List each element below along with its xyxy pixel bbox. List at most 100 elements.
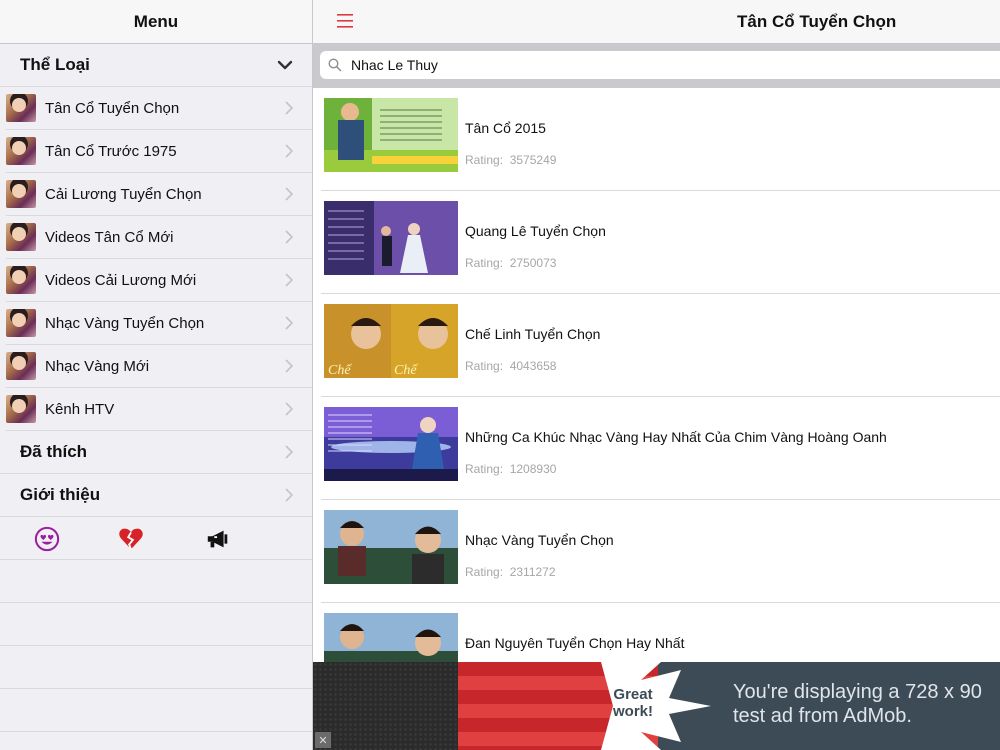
category-thumbnail	[6, 309, 36, 337]
empty-row	[0, 560, 312, 603]
category-item[interactable]: Cải Lương Tuyển Chọn	[6, 173, 312, 216]
section-favorites[interactable]: Đã thích	[0, 431, 312, 474]
empty-row	[0, 689, 312, 732]
category-label: Tân Cổ Tuyển Chọn	[45, 99, 180, 117]
category-list: Tân Cổ Tuyển Chọn Tân Cổ Trước 1975 Cải …	[0, 87, 312, 431]
song-list: Tân Cổ 2015 Rating: 3575249 Quang Lê Tuy…	[313, 88, 1000, 706]
item-title: Quang Lê Tuyển Chọn	[465, 223, 606, 239]
category-item[interactable]: Videos Cải Lương Mới	[6, 259, 312, 302]
category-label: Cải Lương Tuyển Chọn	[45, 185, 202, 203]
ad-badge-line2: work!	[613, 703, 654, 720]
chevron-down-icon	[277, 60, 293, 70]
search-box[interactable]	[320, 51, 1000, 79]
ad-badge-line1: Great	[613, 686, 653, 703]
section-about[interactable]: Giới thiệu	[0, 474, 312, 517]
category-label: Videos Tân Cổ Mới	[45, 228, 174, 246]
chevron-right-icon	[285, 402, 294, 416]
ad-banner[interactable]: ✕ Great work! You're displaying a 728 x …	[313, 662, 1000, 750]
album-thumbnail	[324, 98, 458, 172]
favorites-label: Đã thích	[20, 442, 88, 461]
list-item[interactable]: Chế Chế Chế Linh Tuyển Chọn Rating: 4043…	[321, 294, 1000, 397]
search-bar	[313, 44, 1000, 88]
rating-value: 4043658	[509, 359, 557, 373]
empty-row	[0, 646, 312, 689]
hamburger-menu-icon[interactable]	[335, 12, 355, 30]
category-label: Kênh HTV	[45, 400, 115, 418]
side-menu: Menu Thể Loại Tân Cổ Tuyển Chọn Tân Cổ T…	[0, 0, 313, 750]
category-label: Nhạc Vàng Mới	[45, 357, 150, 375]
chevron-right-icon	[285, 445, 294, 459]
item-rating: Rating: 3575249	[465, 153, 556, 167]
category-thumbnail	[6, 395, 36, 423]
megaphone-icon[interactable]	[204, 526, 232, 552]
list-item[interactable]: Quang Lê Tuyển Chọn Rating: 2750073	[321, 191, 1000, 294]
svg-text:Chế: Chế	[394, 363, 418, 378]
list-item[interactable]: Nhạc Vàng Tuyển Chọn Rating: 2311272	[321, 500, 1000, 603]
search-icon	[328, 58, 342, 72]
item-title: Chế Linh Tuyển Chọn	[465, 326, 601, 342]
empty-row	[0, 603, 312, 646]
chevron-right-icon	[285, 230, 294, 244]
category-item[interactable]: Tân Cổ Trước 1975	[6, 130, 312, 173]
rating-label: Rating:	[465, 256, 504, 270]
album-thumbnail: Chế Chế	[324, 304, 458, 378]
chevron-right-icon	[285, 187, 294, 201]
category-thumbnail	[6, 137, 36, 165]
chevron-right-icon	[285, 273, 294, 287]
category-thumbnail	[6, 223, 36, 251]
rating-value: 3575249	[509, 153, 557, 167]
menu-title: Menu	[133, 11, 179, 31]
list-item[interactable]: Những Ca Khúc Nhạc Vàng Hay Nhất Của Chi…	[321, 397, 1000, 500]
ad-badge-text: Great work!	[613, 686, 653, 720]
rating-label: Rating:	[465, 462, 504, 476]
item-title: Những Ca Khúc Nhạc Vàng Hay Nhất Của Chi…	[465, 429, 887, 445]
item-rating: Rating: 2750073	[465, 256, 556, 270]
chevron-right-icon	[285, 101, 294, 115]
album-thumbnail	[324, 201, 458, 275]
category-thumbnail	[6, 180, 36, 208]
broken-heart-icon[interactable]	[117, 526, 145, 552]
chevron-right-icon	[285, 359, 294, 373]
rating-value: 1208930	[509, 462, 557, 476]
list-item[interactable]: Tân Cổ 2015 Rating: 3575249	[321, 88, 1000, 191]
category-item[interactable]: Kênh HTV	[6, 388, 312, 431]
ad-close-button[interactable]: ✕	[315, 732, 331, 748]
category-label: Tân Cổ Trước 1975	[45, 142, 177, 160]
item-rating: Rating: 1208930	[465, 462, 556, 476]
svg-text:Chế: Chế	[328, 363, 352, 378]
section-genres-label: Thể Loại	[20, 55, 90, 74]
menu-header: Menu	[0, 0, 312, 44]
page-title: Tân Cổ Tuyển Chọn	[737, 12, 897, 31]
rating-value: 2750073	[509, 256, 557, 270]
search-input[interactable]	[349, 56, 953, 74]
chevron-right-icon	[285, 144, 294, 158]
category-item[interactable]: Nhạc Vàng Tuyển Chọn	[6, 302, 312, 345]
chevron-right-icon	[285, 316, 294, 330]
category-thumbnail	[6, 352, 36, 380]
rating-label: Rating:	[465, 153, 504, 167]
item-rating: Rating: 2311272	[465, 565, 556, 579]
item-title: Nhạc Vàng Tuyển Chọn	[465, 532, 614, 548]
category-item[interactable]: Nhạc Vàng Mới	[6, 345, 312, 388]
category-item[interactable]: Videos Tân Cổ Mới	[6, 216, 312, 259]
heart-eyes-emoji-icon[interactable]	[33, 526, 61, 552]
main-panel: Tân Cổ Tuyển Chọn Nhac Le Thuy Tân Cổ 20…	[313, 0, 1000, 750]
nav-bar: Tân Cổ Tuyển Chọn	[313, 0, 1000, 44]
item-title: Đan Nguyên Tuyển Chọn Hay Nhất	[465, 635, 685, 651]
item-rating: Rating: 4043658	[465, 359, 556, 373]
about-label: Giới thiệu	[20, 485, 101, 504]
chevron-right-icon	[285, 488, 294, 502]
action-icons-row	[0, 517, 312, 560]
ad-text: You're displaying a 728 x 90 test ad fro…	[733, 681, 982, 727]
item-title: Tân Cổ 2015	[465, 120, 546, 136]
album-thumbnail	[324, 407, 458, 481]
rating-label: Rating:	[465, 359, 504, 373]
category-thumbnail	[6, 94, 36, 122]
category-item[interactable]: Tân Cổ Tuyển Chọn	[6, 87, 312, 130]
category-label: Videos Cải Lương Mới	[45, 271, 197, 289]
ad-left-panel	[313, 662, 458, 750]
rating-value: 2311272	[509, 565, 556, 579]
category-label: Nhạc Vàng Tuyển Chọn	[45, 314, 205, 332]
section-genres[interactable]: Thể Loại	[0, 44, 312, 87]
rating-label: Rating:	[465, 565, 504, 579]
